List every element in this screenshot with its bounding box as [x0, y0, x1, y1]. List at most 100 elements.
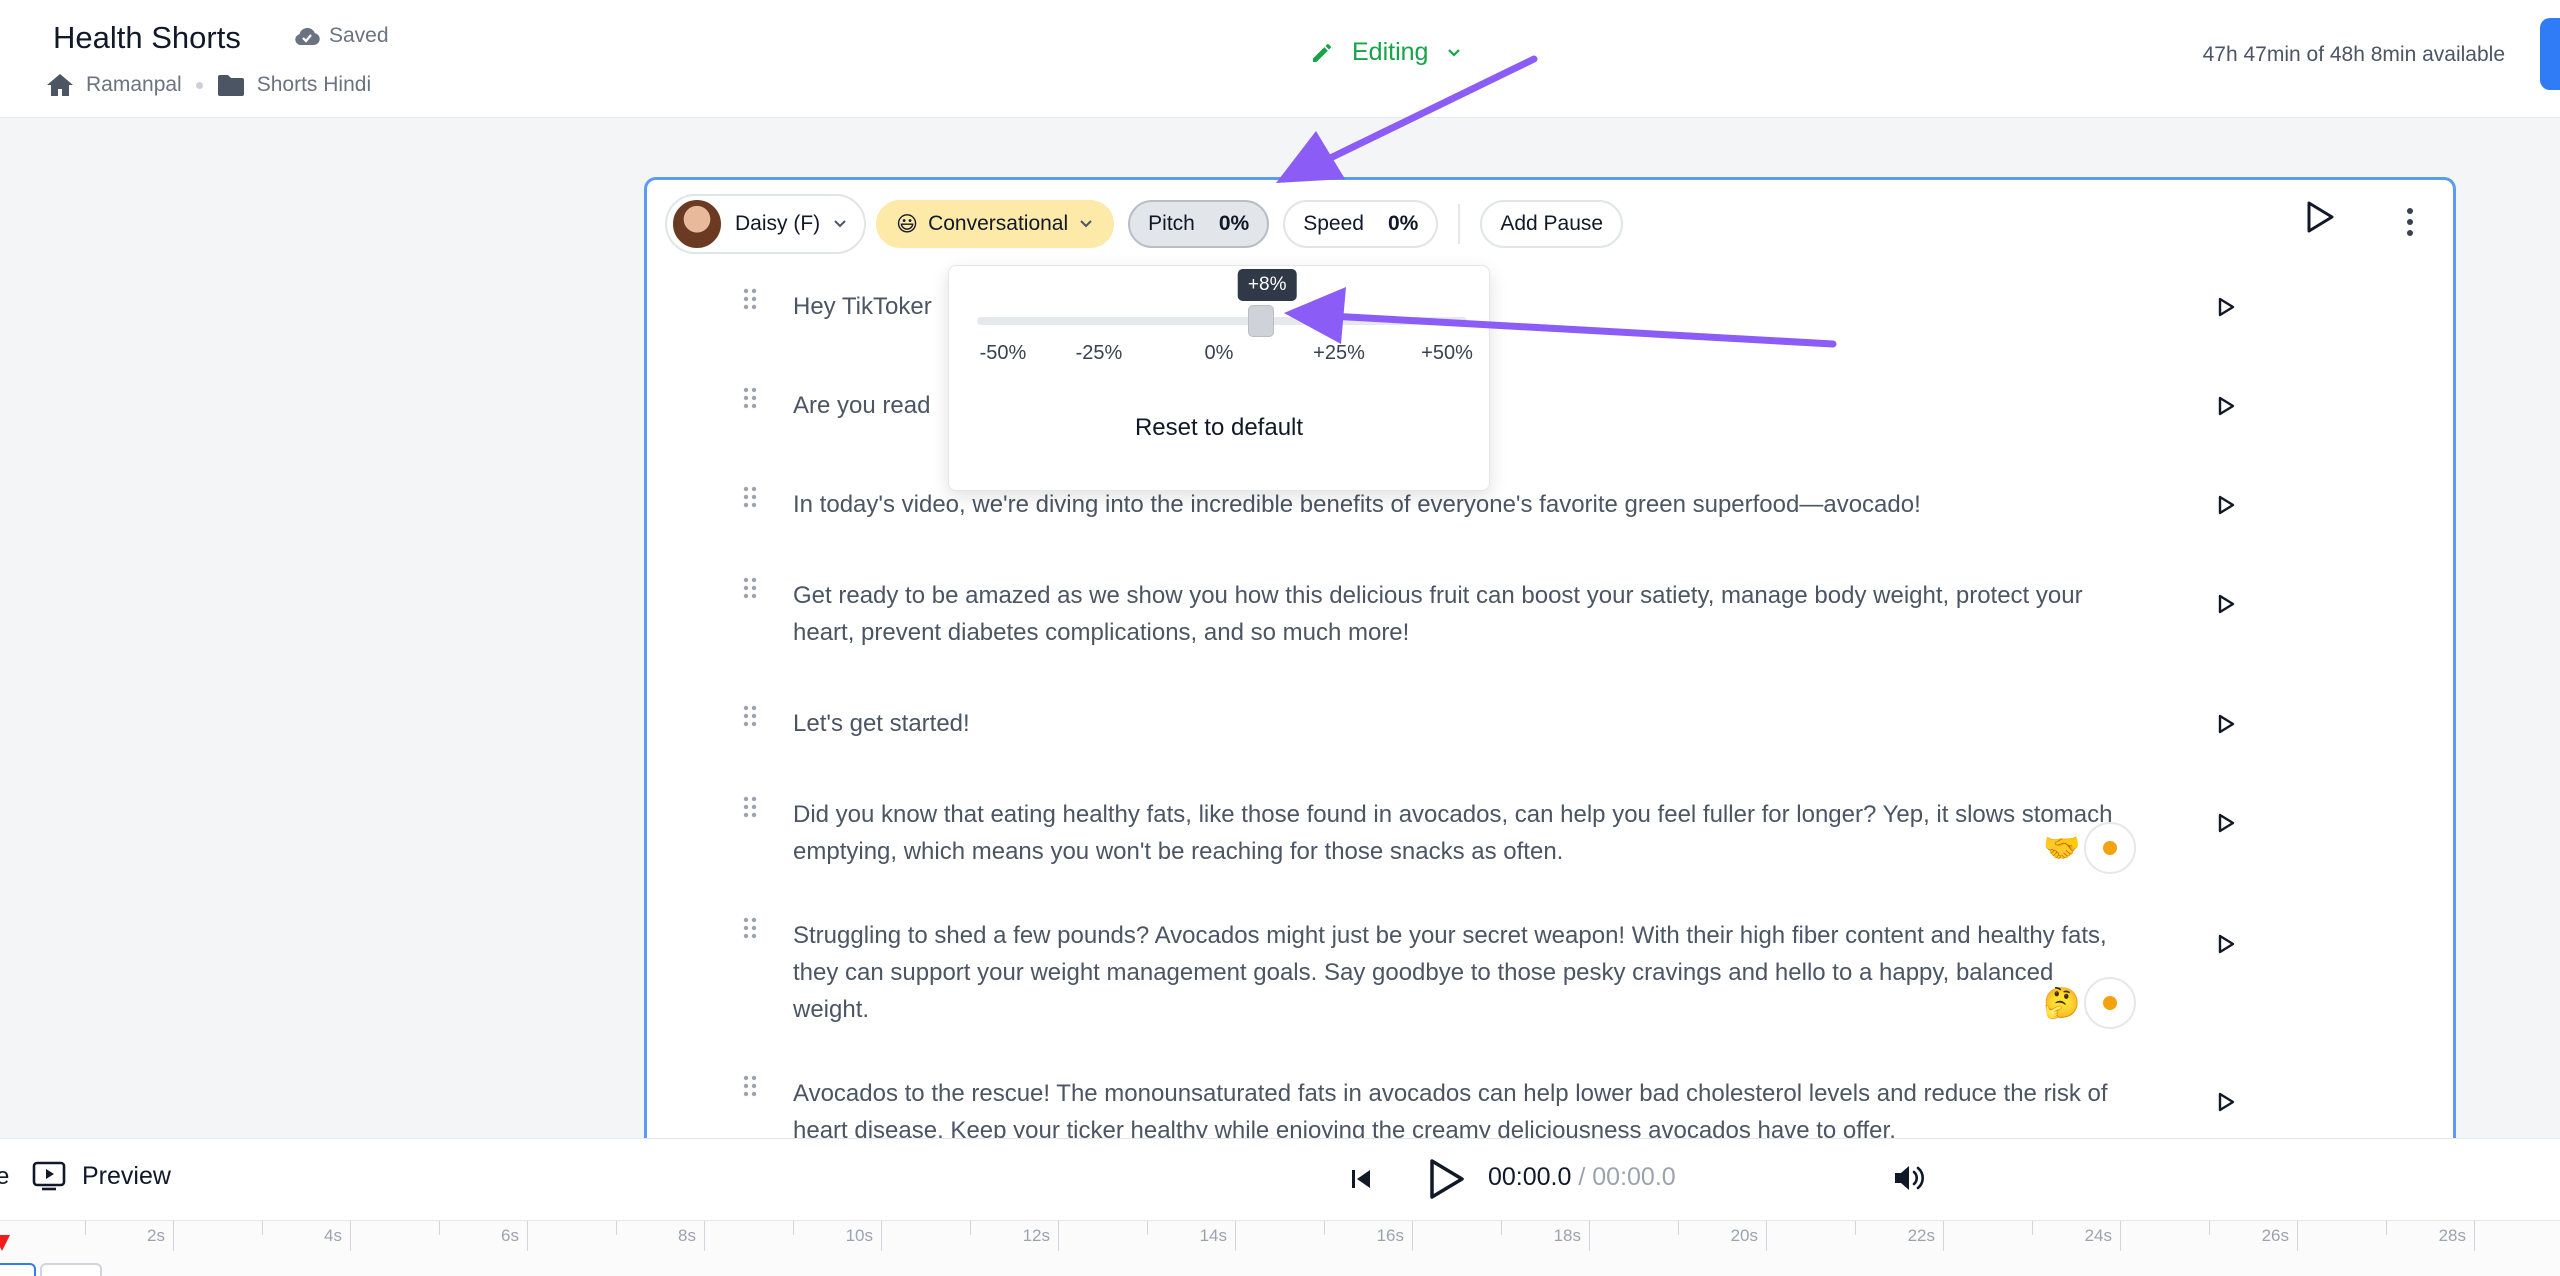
pitch-popup: +8% -50% -25% 0% +25% +50% Reset to defa… [948, 265, 1490, 491]
preview-button[interactable]: Preview [32, 1161, 171, 1191]
timeline-major-tick [1943, 1221, 1944, 1251]
timeline-label: 10s [845, 1226, 873, 1245]
speed-label: Speed [1303, 212, 1364, 235]
timeline-label: 18s [1553, 1226, 1581, 1245]
emotion-dot [2103, 996, 2118, 1010]
top-header: Health Shorts Saved Ramanpal Shorts Hind… [0, 0, 2560, 118]
timeline-minor-tick [1854, 1221, 1856, 1235]
timeline-major-tick [1058, 1221, 1059, 1251]
timeline-minor-tick [969, 1221, 971, 1235]
mode-dropdown[interactable]: Editing [1310, 38, 1462, 67]
timeline-label: 28s [2438, 1226, 2466, 1245]
timeline-major-tick [2297, 1221, 2298, 1251]
pitch-tick-label: +50% [1421, 342, 1473, 364]
play-icon[interactable] [2216, 812, 2236, 834]
pitch-tick-label: -25% [1075, 342, 1123, 364]
timeline-clip[interactable] [40, 1263, 102, 1276]
play-icon[interactable] [2216, 296, 2236, 318]
drag-handle-icon[interactable] [743, 288, 757, 310]
clipped-label: e [0, 1163, 10, 1190]
speed-value: 0% [1387, 212, 1419, 235]
voice-selector[interactable]: Daisy (F) [665, 194, 867, 254]
timeline-label: 20s [1730, 1226, 1758, 1245]
pitch-button[interactable]: Pitch 0% [1128, 200, 1270, 248]
chevron-down-icon [834, 220, 846, 228]
emotion-marker[interactable]: 🤔 [2043, 977, 2137, 1029]
timeline-minor-tick [438, 1221, 440, 1235]
play-icon[interactable] [2216, 1091, 2236, 1113]
emotion-toggle[interactable] [2084, 977, 2137, 1029]
player-bar: e Preview 00:00.0 / 00:00.0 [0, 1138, 2560, 1220]
availability-text: 47h 47min of 48h 8min available [2202, 43, 2505, 66]
style-label: Conversational [928, 212, 1069, 235]
current-time: 00:00.0 [1488, 1163, 1572, 1191]
play-icon[interactable] [2216, 593, 2236, 615]
pitch-tick-label: -50% [979, 342, 1027, 364]
play-icon[interactable] [1426, 1157, 1466, 1201]
timeline-major-tick [527, 1221, 528, 1251]
breadcrumb-folder[interactable]: Shorts Hindi [217, 73, 371, 97]
add-pause-button[interactable]: Add Pause [1480, 200, 1624, 248]
timeline-minor-tick [261, 1221, 263, 1235]
paragraph-text[interactable]: In today's video, we're diving into the … [793, 486, 2129, 523]
play-icon[interactable] [2216, 713, 2236, 735]
timeline-minor-tick [84, 1221, 86, 1235]
reset-to-default-button[interactable]: Reset to default [949, 414, 1489, 442]
time-display: 00:00.0 / 00:00.0 [1488, 1163, 1676, 1192]
timeline-label: 14s [1199, 1226, 1227, 1245]
drag-handle-icon[interactable] [743, 387, 757, 409]
emotion-toggle[interactable] [2084, 822, 2137, 874]
chevron-down-icon [1448, 48, 1461, 57]
style-selector[interactable]: 😃 Conversational [876, 200, 1115, 248]
paragraph-text[interactable]: Did you know that eating healthy fats, l… [793, 796, 2129, 870]
mode-label: Editing [1352, 38, 1429, 66]
drag-handle-icon[interactable] [743, 1075, 757, 1097]
timeline-major-tick [173, 1221, 174, 1251]
drag-handle-icon[interactable] [743, 577, 757, 599]
timeline-clip[interactable] [0, 1263, 36, 1276]
project-title[interactable]: Health Shorts [53, 20, 241, 56]
drag-handle-icon[interactable] [743, 486, 757, 508]
timeline-major-tick [2474, 1221, 2475, 1251]
pitch-tick-label: +25% [1313, 342, 1365, 364]
timeline-label: 16s [1376, 1226, 1404, 1245]
speed-button[interactable]: Speed 0% [1283, 200, 1439, 248]
drag-handle-icon[interactable] [743, 917, 757, 939]
timeline-minor-tick [1500, 1221, 1502, 1235]
pitch-slider-track[interactable] [977, 317, 1467, 325]
editor-block: Daisy (F) 😃 Conversational Pitch 0% Spee… [644, 177, 2456, 1177]
paragraph-text[interactable]: Get ready to be amazed as we show you ho… [793, 577, 2129, 651]
breadcrumb-separator [195, 81, 203, 89]
emotion-marker[interactable]: 🤝 [2043, 822, 2137, 874]
timeline-ruler[interactable]: 2s 4s 6s 8s 10s 12s 14s 16s 18s 20s 22s 24s 26s 28s [0, 1220, 2560, 1276]
volume-icon[interactable] [1892, 1163, 1926, 1193]
paragraph-text[interactable]: Let's get started! [793, 705, 2129, 742]
paragraph-text[interactable]: Struggling to shed a few pounds? Avocado… [793, 917, 2129, 1028]
primary-action-button[interactable] [2540, 18, 2560, 90]
preview-icon [32, 1161, 66, 1191]
folder-icon [217, 75, 244, 96]
play-icon[interactable] [2216, 395, 2236, 417]
play-icon[interactable] [2216, 933, 2236, 955]
timeline-major-tick [704, 1221, 705, 1251]
drag-handle-icon[interactable] [743, 705, 757, 727]
pitch-slider-handle[interactable] [1248, 305, 1275, 337]
more-options-icon[interactable] [2407, 208, 2413, 236]
breadcrumb: Ramanpal Shorts Hindi [46, 72, 371, 98]
saved-status: Saved [293, 24, 389, 48]
style-emoji: 😃 [896, 212, 919, 236]
time-separator: / [1571, 1163, 1593, 1191]
timeline-major-tick [2120, 1221, 2121, 1251]
play-icon[interactable] [2216, 494, 2236, 516]
toolbar-divider [1458, 204, 1461, 244]
breadcrumb-workspace[interactable]: Ramanpal [46, 72, 182, 98]
playhead-marker[interactable] [0, 1235, 10, 1251]
duration: 00:00.0 [1592, 1163, 1676, 1191]
timeline-major-tick [881, 1221, 882, 1251]
skip-back-icon[interactable] [1350, 1167, 1372, 1191]
emotion-emoji: 🤝 [2043, 831, 2081, 865]
pitch-tick-label: 0% [1204, 342, 1234, 364]
play-block-icon[interactable] [2305, 200, 2335, 234]
drag-handle-icon[interactable] [743, 796, 757, 818]
chevron-down-icon [1080, 220, 1092, 228]
